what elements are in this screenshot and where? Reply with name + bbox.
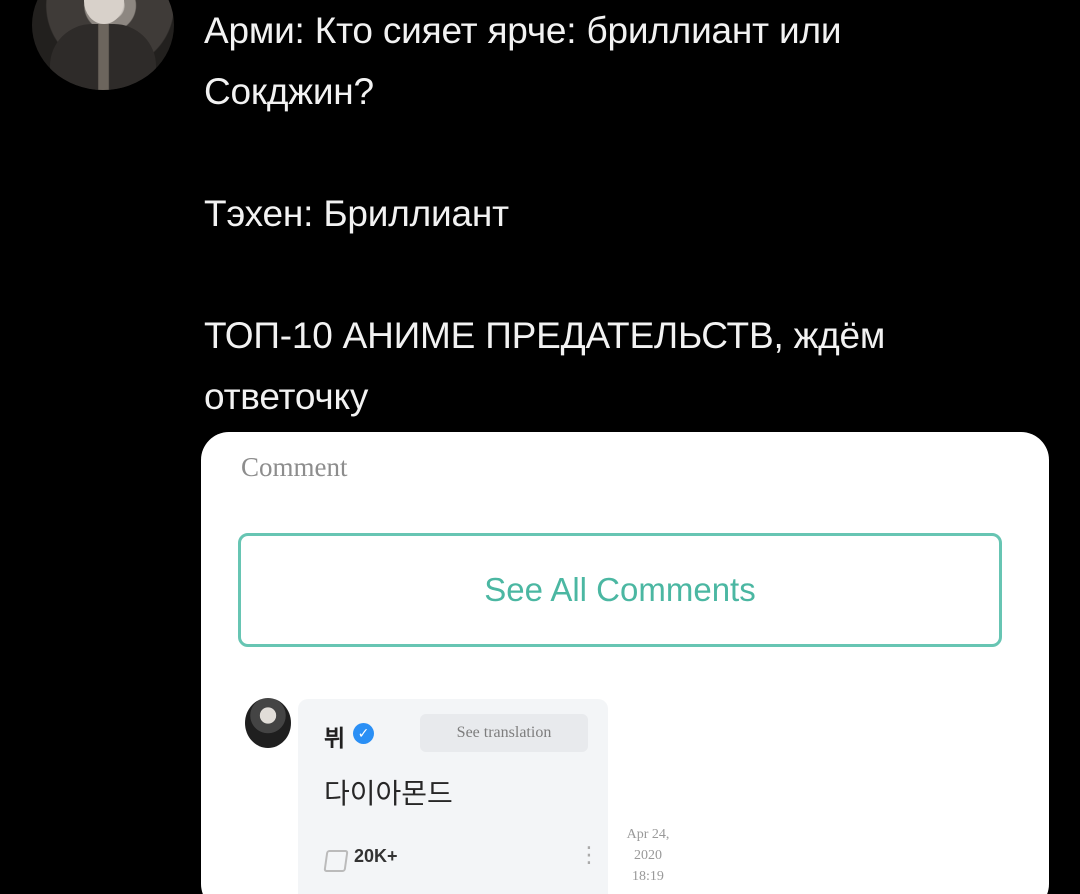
comment-date-line-1: Apr 24, bbox=[626, 827, 670, 842]
like-count: 20K+ bbox=[354, 846, 398, 866]
comment-bubble: 뷔 ✓ See translation 다이아몬드 20K+ ⋮ bbox=[298, 699, 608, 894]
thumbs-up-icon[interactable] bbox=[323, 850, 349, 872]
more-options-icon[interactable]: ⋮ bbox=[578, 841, 600, 869]
check-badge-icon: ✓ bbox=[353, 723, 374, 744]
post-line-5: ответочку bbox=[204, 376, 369, 417]
comment-date: Apr 24, 2020 18:19 bbox=[621, 824, 675, 887]
post-line-4: ТОП-10 АНИМЕ ПРЕДАТЕЛЬСТВ, ждём bbox=[204, 315, 886, 356]
post-text: Арми: Кто сияет ярче: бриллиант или Сокд… bbox=[204, 0, 1034, 427]
commenter-avatar[interactable] bbox=[245, 698, 291, 748]
post-line-2: Сокджин? bbox=[204, 71, 374, 112]
commenter-name[interactable]: 뷔 bbox=[324, 719, 345, 753]
comment-time: 18:19 bbox=[632, 869, 664, 884]
post-line-3: Тэхен: Бриллиант bbox=[204, 193, 509, 234]
comment-date-line-2: 2020 bbox=[634, 848, 662, 863]
profile-avatar[interactable] bbox=[32, 0, 174, 90]
comment-text: 다이아몬드 bbox=[324, 778, 453, 809]
see-all-comments-button[interactable]: See All Comments bbox=[238, 533, 1002, 647]
comment-card: Comment See All Comments 뷔 ✓ See transla… bbox=[201, 432, 1049, 894]
post-line-1: Арми: Кто сияет ярче: бриллиант или bbox=[204, 10, 842, 51]
comment-title: Comment bbox=[241, 452, 348, 482]
see-translation-button[interactable]: See translation bbox=[420, 714, 588, 752]
